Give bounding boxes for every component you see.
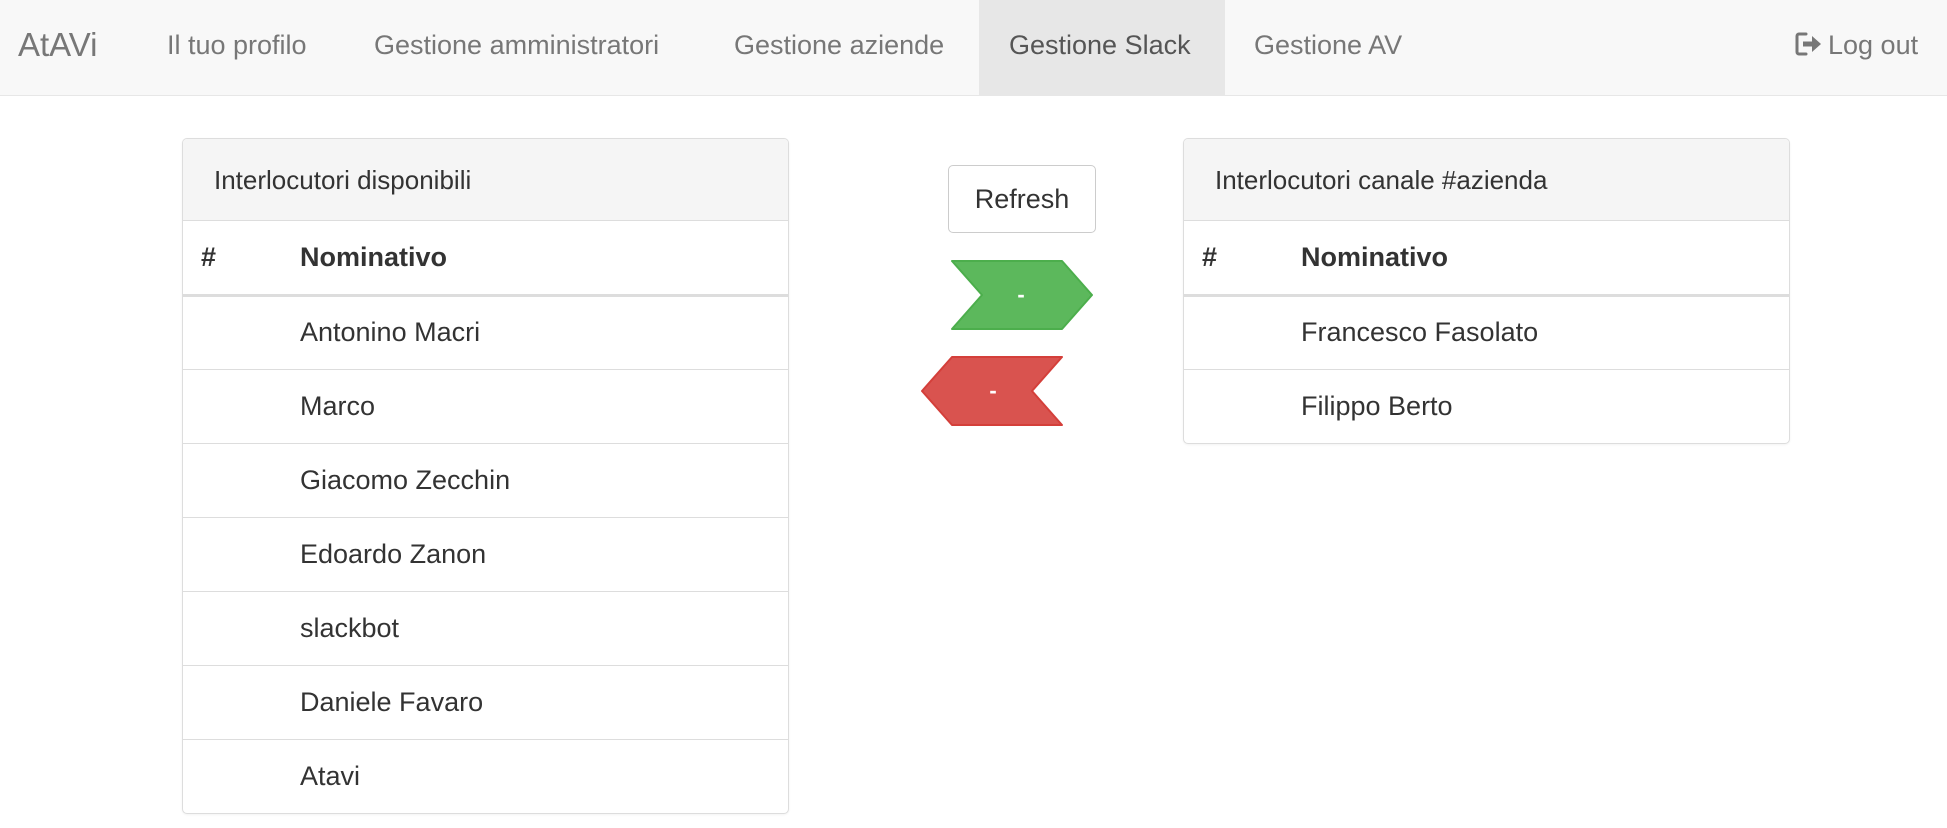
nav-link-av[interactable]: Gestione AV [1254, 0, 1402, 95]
column-header-name: Nominativo [300, 221, 788, 297]
contact-name: Marco [300, 368, 788, 443]
channel-contacts-panel: Interlocutori canale #azienda # Nominati… [1183, 138, 1790, 444]
refresh-button[interactable]: Refresh [948, 165, 1096, 233]
contact-name: Francesco Fasolato [1301, 317, 1539, 347]
top-navbar: AtAVi Il tuo profilo Gestione amministra… [0, 0, 1947, 96]
remove-arrow-label: - [989, 378, 997, 403]
contact-name: Edoardo Zanon [300, 516, 788, 591]
column-header-number: # [1184, 221, 1301, 297]
available-contacts-table: # Nominativo Antonino Macri Marco Giacom… [183, 221, 788, 813]
row-number [183, 295, 300, 369]
channel-contacts-table: # Nominativo Francesco Fasolato Filippo … [1184, 221, 1789, 443]
available-contacts-panel: Interlocutori disponibili # Nominativo A… [182, 138, 789, 814]
row-number [1184, 368, 1301, 443]
add-to-channel-button[interactable]: - [948, 260, 1094, 330]
brand-logo[interactable]: AtAVi [18, 0, 98, 96]
row-number [183, 368, 300, 443]
nav-link-companies[interactable]: Gestione aziende [734, 0, 944, 95]
contact-name: slackbot [300, 590, 788, 665]
logout-label: Log out [1828, 30, 1919, 60]
panel-title: Interlocutori disponibili [183, 139, 788, 221]
nav-link-slack[interactable]: Gestione Slack [979, 0, 1225, 95]
add-arrow-label: - [1017, 282, 1025, 307]
contact-name: Atavi [300, 738, 788, 813]
row-number [183, 442, 300, 517]
logout-link[interactable]: Log out [1794, 0, 1918, 95]
row-number [183, 590, 300, 665]
table-row[interactable]: Marco [183, 368, 788, 443]
row-number [183, 516, 300, 591]
panel-title: Interlocutori canale #azienda [1184, 139, 1789, 221]
table-row[interactable]: Antonino Macri [183, 295, 788, 369]
contact-name: Giacomo Zecchin [300, 442, 788, 517]
nav-link-administrators[interactable]: Gestione amministratori [374, 0, 659, 95]
table-row[interactable]: Giacomo Zecchin [183, 442, 788, 517]
log-out-icon [1795, 32, 1821, 56]
row-number [183, 664, 300, 739]
table-row[interactable]: Francesco Fasolato [1184, 295, 1789, 369]
column-header-number: # [183, 221, 300, 297]
table-row[interactable]: Filippo Berto [1184, 368, 1789, 443]
column-header-name: Nominativo [1301, 221, 1789, 297]
contact-name: Daniele Favaro [300, 664, 788, 739]
contact-name: Antonino Macri [300, 317, 481, 347]
row-number [183, 738, 300, 813]
table-row[interactable]: Atavi [183, 738, 788, 813]
remove-from-channel-button[interactable]: - [920, 356, 1066, 426]
contact-name: Filippo Berto [1301, 368, 1789, 443]
nav-link-profile[interactable]: Il tuo profilo [167, 0, 307, 95]
row-number [1184, 295, 1301, 369]
table-row[interactable]: slackbot [183, 590, 788, 665]
table-row[interactable]: Daniele Favaro [183, 664, 788, 739]
table-row[interactable]: Edoardo Zanon [183, 516, 788, 591]
